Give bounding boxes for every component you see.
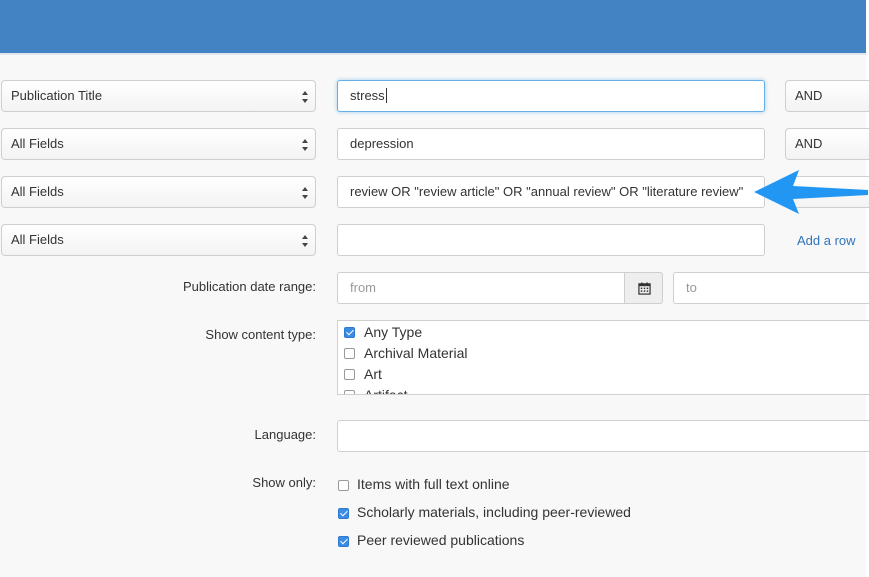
- date-to-placeholder: to: [686, 280, 697, 295]
- language-label: Language:: [254, 427, 316, 442]
- field-select-row-4[interactable]: All Fields: [1, 224, 316, 256]
- select-arrows-icon: [302, 235, 308, 247]
- select-arrows-icon: [302, 91, 308, 103]
- search-input-value: stress: [350, 88, 385, 103]
- show-only-item-label: Items with full text online: [357, 476, 510, 492]
- show-only-item-label: Scholarly materials, including peer-revi…: [357, 504, 631, 520]
- text-caret: [385, 88, 387, 103]
- date-from-placeholder: from: [350, 280, 376, 295]
- select-arrows-icon: [302, 187, 308, 199]
- search-input-row-4[interactable]: [337, 224, 765, 256]
- search-input-value: depression: [350, 136, 414, 151]
- field-select-value: All Fields: [11, 136, 64, 151]
- checkbox[interactable]: [344, 390, 355, 394]
- search-input-value: review OR "review article" OR "annual re…: [350, 184, 744, 199]
- date-to-input[interactable]: to: [673, 272, 869, 304]
- date-range-label: Publication date range:: [183, 279, 316, 294]
- search-input-row-1[interactable]: stress: [337, 80, 765, 112]
- operator-select-row-2[interactable]: AND: [785, 128, 869, 160]
- checkbox-checked[interactable]: [344, 327, 355, 338]
- show-only-label: Show only:: [252, 475, 316, 490]
- search-input-row-3[interactable]: review OR "review article" OR "annual re…: [337, 176, 765, 208]
- language-input[interactable]: [337, 420, 869, 452]
- operator-value: AND: [795, 136, 823, 151]
- checkbox[interactable]: [338, 480, 349, 491]
- operator-select-row-1[interactable]: AND: [785, 80, 869, 112]
- content-type-item-label: Artifact: [364, 387, 408, 395]
- content-type-label: Show content type:: [205, 327, 316, 342]
- content-type-item-label: Archival Material: [364, 345, 468, 361]
- content-type-list[interactable]: Any Type Archival Material Art Artifact: [337, 320, 869, 395]
- add-row-link[interactable]: Add a row: [797, 233, 856, 248]
- annotation-arrow-icon: [754, 170, 868, 214]
- operator-value: AND: [795, 88, 823, 103]
- field-select-value: All Fields: [11, 232, 64, 247]
- checkbox[interactable]: [344, 348, 355, 359]
- select-arrows-icon: [302, 139, 308, 151]
- calendar-icon: [638, 282, 651, 295]
- checkbox-checked[interactable]: [338, 508, 349, 519]
- field-select-row-2[interactable]: All Fields: [1, 128, 316, 160]
- header-bar: [0, 0, 866, 53]
- content-type-item-label: Any Type: [364, 324, 423, 340]
- show-only-item-label: Peer reviewed publications: [357, 532, 525, 548]
- search-input-row-2[interactable]: depression: [337, 128, 765, 160]
- field-select-value: All Fields: [11, 184, 64, 199]
- checkbox[interactable]: [344, 369, 355, 380]
- checkbox-checked[interactable]: [338, 536, 349, 547]
- field-select-row-1[interactable]: Publication Title: [1, 80, 316, 112]
- field-select-value: Publication Title: [11, 88, 103, 103]
- field-select-row-3[interactable]: All Fields: [1, 176, 316, 208]
- content-type-item-label: Art: [364, 366, 382, 382]
- calendar-button[interactable]: [624, 272, 663, 304]
- date-from-input[interactable]: from: [337, 272, 625, 304]
